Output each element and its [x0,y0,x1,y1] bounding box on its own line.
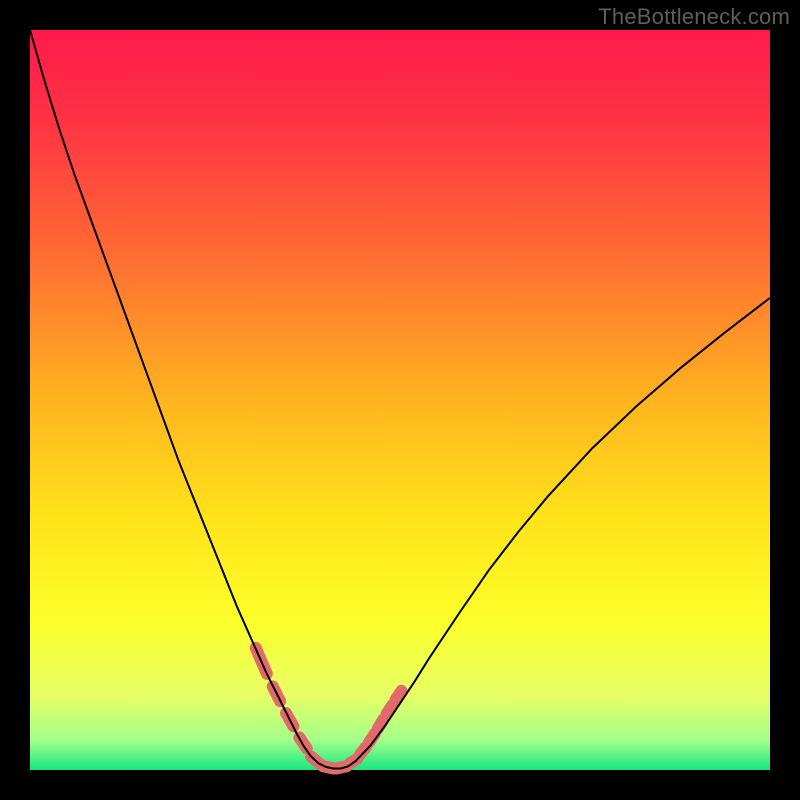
watermark-text: TheBottleneck.com [598,4,790,30]
chart-background-gradient [30,30,770,770]
bottleneck-chart [0,0,800,800]
chart-stage: TheBottleneck.com [0,0,800,800]
